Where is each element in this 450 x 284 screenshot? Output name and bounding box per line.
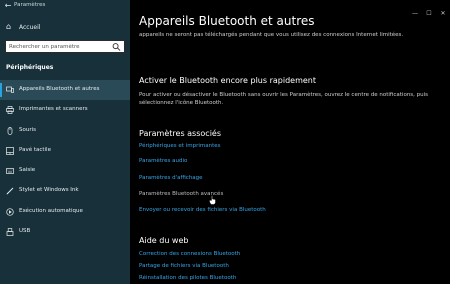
app-title: Paramètres (14, 2, 46, 8)
printer-icon (6, 106, 14, 115)
link-reinstall-drivers[interactable]: Réinstallation des pilotes Bluetooth (139, 275, 236, 281)
sidebar-item-touchpad[interactable]: Pavé tactile (0, 141, 130, 161)
sidebar-home[interactable]: ⌂ Accueil (0, 19, 130, 36)
link-send-receive-files[interactable]: Envoyer ou recevoir des fichiers via Blu… (139, 207, 266, 213)
hand-cursor-icon (209, 195, 216, 205)
main-content: — ☐ ✕ Appareils Bluetooth et autres appare… (130, 0, 450, 284)
sidebar-nav: Appareils Bluetooth et autres Imprimante… (0, 80, 130, 242)
sidebar-item-label: Imprimantes et scanners (19, 106, 88, 113)
sidebar-item-label: Souris (19, 126, 36, 133)
sidebar: ⌂ Accueil Périphériques Appareils Blueto… (0, 0, 130, 284)
mouse-icon (7, 126, 13, 135)
sidebar-item-printers[interactable]: Imprimantes et scanners (0, 100, 130, 120)
sidebar-section-title: Périphériques (6, 64, 54, 71)
search-input[interactable] (9, 42, 109, 52)
search-icon[interactable] (112, 42, 121, 52)
link-devices-printers[interactable]: Périphériques et imprimantes (139, 143, 221, 149)
web-help-heading: Aide du web (139, 236, 189, 245)
bluetooth-devices-icon (6, 86, 14, 93)
related-heading: Paramètres associés (139, 129, 221, 138)
sidebar-item-typing[interactable]: Saisie (0, 161, 130, 181)
title-bar: ← Paramètres (0, 0, 450, 11)
sidebar-item-label: Appareils Bluetooth et autres (19, 86, 100, 92)
link-audio-settings[interactable]: Paramètres audio (139, 158, 187, 164)
quick-text: Pour activer ou désactiver le Bluetooth … (139, 92, 429, 106)
sidebar-item-label: Stylet et Windows Ink (19, 187, 79, 194)
sidebar-item-mouse[interactable]: Souris (0, 121, 130, 141)
autoplay-icon (6, 208, 14, 216)
link-share-files[interactable]: Partage de fichiers via Bluetooth (139, 263, 229, 269)
sidebar-item-usb[interactable]: USB (0, 222, 130, 242)
sidebar-item-label: USB (19, 228, 31, 235)
search-box (5, 40, 125, 53)
quick-heading: Activer le Bluetooth encore plus rapidem… (139, 76, 317, 85)
sidebar-item-label: Exécution automatique (19, 207, 83, 214)
page-title: Appareils Bluetooth et autres (139, 14, 315, 28)
sidebar-item-pen[interactable]: Stylet et Windows Ink (0, 181, 130, 201)
keyboard-icon (6, 168, 14, 175)
sidebar-item-bluetooth[interactable]: Appareils Bluetooth et autres (0, 80, 130, 101)
home-icon: ⌂ (6, 22, 12, 31)
usb-icon (6, 228, 14, 236)
link-display-settings[interactable]: Paramètres d'affichage (139, 175, 203, 181)
settings-window: ⌂ Accueil Périphériques Appareils Blueto… (0, 0, 450, 284)
sidebar-item-label: Saisie (19, 167, 36, 174)
pen-icon (6, 188, 14, 195)
sidebar-item-label: Pavé tactile (19, 146, 51, 153)
back-arrow-icon[interactable]: ← (3, 1, 13, 10)
intro-text: appareils ne seront pas téléchargés pend… (139, 32, 404, 38)
sidebar-item-autoplay[interactable]: Exécution automatique (0, 202, 130, 222)
touchpad-icon (6, 147, 14, 155)
sidebar-home-label: Accueil (19, 24, 41, 31)
link-fix-bluetooth[interactable]: Correction des connexions Bluetooth (139, 251, 240, 257)
